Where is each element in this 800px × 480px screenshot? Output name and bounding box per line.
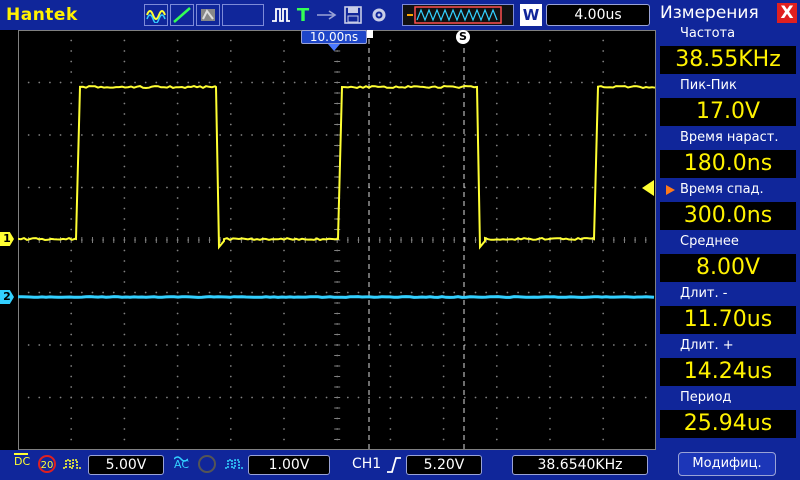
measurement-value: 300.0ns bbox=[660, 202, 796, 230]
vector-mode-icon[interactable] bbox=[170, 4, 194, 26]
close-panel-button[interactable]: X bbox=[777, 3, 797, 23]
measurement-value: 8.00V bbox=[660, 254, 796, 282]
cursor-1-handle[interactable] bbox=[367, 30, 373, 38]
measurement-label[interactable]: Период bbox=[680, 390, 731, 405]
memory-overview[interactable] bbox=[402, 4, 514, 26]
ch1-bandwidth-limit-icon[interactable]: 20 bbox=[38, 455, 56, 473]
brand-logo: Hantek bbox=[6, 5, 78, 25]
measurement-label[interactable]: Частота bbox=[680, 26, 735, 41]
trigger-level-icon[interactable] bbox=[642, 180, 654, 196]
acquire-status-box bbox=[222, 4, 264, 26]
ch2-volts-div[interactable]: 1.00V bbox=[248, 455, 330, 475]
pulse-trigger-icon[interactable] bbox=[270, 4, 292, 26]
measurement-value: 11.70us bbox=[660, 306, 796, 334]
settings-icon[interactable] bbox=[368, 4, 390, 26]
trigger-frequency: 38.6540KHz bbox=[512, 455, 648, 475]
scope-graticule bbox=[18, 30, 656, 450]
trigger-mode-icon[interactable]: T bbox=[294, 4, 312, 26]
top-toolbar: Hantek T W 4.00us bbox=[0, 0, 656, 30]
measurement-value: 38.55KHz bbox=[660, 46, 796, 74]
measurement-value: 14.24us bbox=[660, 358, 796, 386]
panel-title: Измерения bbox=[660, 3, 759, 23]
measurement-label[interactable]: Время спад. bbox=[680, 182, 764, 197]
waveform-display-icon[interactable] bbox=[144, 4, 168, 26]
trigger-delay-label[interactable]: 10.00ns bbox=[301, 30, 367, 44]
ch1-coupling-icon[interactable]: DC bbox=[14, 453, 30, 468]
channel-marker-strip: 1 2 bbox=[0, 30, 18, 450]
trigger-position-icon bbox=[328, 44, 340, 51]
measurement-label[interactable]: Время нараст. bbox=[680, 130, 778, 145]
ch1-volts-div[interactable]: 5.00V bbox=[88, 455, 164, 475]
save-icon[interactable] bbox=[342, 4, 364, 26]
timebase-value[interactable]: 4.00us bbox=[546, 4, 650, 26]
ch2-coupling-icon[interactable]: AC bbox=[174, 453, 189, 471]
ch1-coupling-label: DC bbox=[14, 455, 30, 468]
selected-arrow-icon bbox=[666, 185, 675, 195]
trigger-level-value[interactable]: 5.20V bbox=[406, 455, 482, 475]
waveform-memory-icon[interactable]: W bbox=[520, 4, 542, 26]
ch2-level-marker[interactable]: 2 bbox=[0, 290, 14, 304]
rising-edge-icon[interactable] bbox=[386, 456, 402, 478]
measurement-label[interactable]: Среднее bbox=[680, 234, 739, 249]
ch2-coupling-label: AC bbox=[174, 458, 189, 471]
usb-icon bbox=[314, 4, 338, 26]
ch2-bandwidth-limit-icon[interactable] bbox=[198, 455, 216, 473]
cursor-2-handle[interactable]: S bbox=[456, 30, 470, 44]
measurement-label[interactable]: Пик-Пик bbox=[680, 78, 737, 93]
persistence-icon[interactable] bbox=[196, 4, 220, 26]
measurement-label[interactable]: Длит. + bbox=[680, 338, 734, 353]
bottom-status-bar: DC 20 5.00V AC 1.00V CH1 5.20V 38.6540KH… bbox=[0, 450, 656, 480]
ch1-probe-icon bbox=[62, 456, 82, 476]
measurements-panel: Измерения X Частота 38.55KHz Пик-Пик 17.0V В… bbox=[656, 0, 800, 480]
modify-button[interactable]: Модифиц. bbox=[678, 452, 776, 476]
measurement-value: 17.0V bbox=[660, 98, 796, 126]
ch1-level-marker[interactable]: 1 bbox=[0, 232, 14, 246]
measurement-label[interactable]: Длит. - bbox=[680, 286, 727, 301]
measurement-value: 180.0ns bbox=[660, 150, 796, 178]
measurement-value: 25.94us bbox=[660, 410, 796, 438]
ch2-waveform bbox=[18, 297, 654, 298]
trigger-source[interactable]: CH1 bbox=[352, 456, 381, 472]
ch2-probe-icon bbox=[224, 456, 244, 476]
waveform-screen[interactable]: 10.00ns S bbox=[18, 30, 656, 450]
